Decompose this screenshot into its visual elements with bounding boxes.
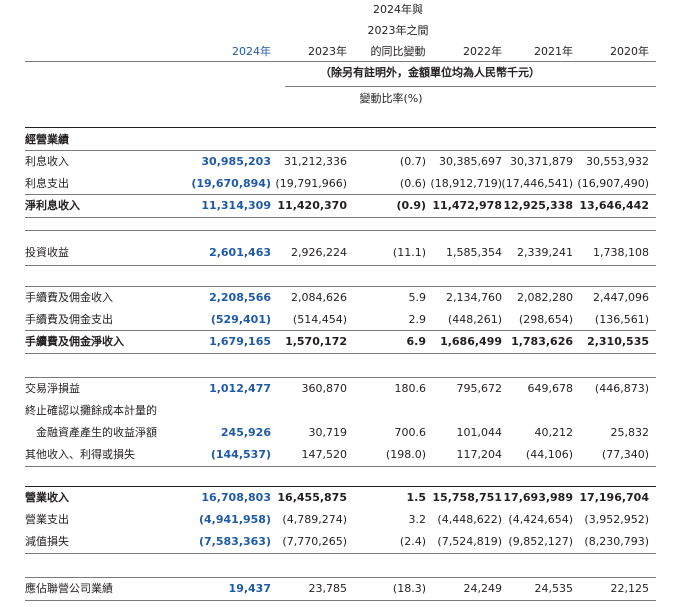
row-label: 其他收入、利得或損失 bbox=[25, 448, 135, 461]
row-divider bbox=[25, 217, 656, 218]
row-label: 淨利息收入 bbox=[25, 199, 80, 212]
row-label: 營業收入 bbox=[25, 491, 69, 504]
table-row: 應佔聯營公司業績 19,437 23,785 (18.3) 24,249 24,535 22… bbox=[0, 578, 694, 600]
cell-v2020: (3,952,952) bbox=[584, 513, 649, 526]
row-label: 手續費及佣金支出 bbox=[25, 313, 113, 326]
table-row: 利息支出 (19,670,894) (19,791,966) (0.6) (18,912… bbox=[0, 173, 694, 195]
table-row: 減值損失 (7,583,363) (7,770,265) (2.4) (7,524,81… bbox=[0, 531, 694, 553]
table-row: 營業收入 16,708,803 16,455,875 1.5 15,758,751 17,… bbox=[0, 487, 694, 509]
cell-v2020: 17,196,704 bbox=[579, 491, 649, 504]
cell-v2020: 30,553,932 bbox=[586, 155, 649, 168]
cell-v2020: (446,873) bbox=[594, 382, 649, 395]
header-change-line3: 的同比變動 bbox=[370, 45, 426, 58]
row-label: 營業支出 bbox=[25, 513, 69, 526]
row-divider bbox=[25, 286, 656, 287]
row-divider bbox=[25, 553, 656, 554]
row-divider bbox=[25, 353, 656, 354]
row-divider bbox=[25, 194, 656, 195]
row-label: 應佔聯營公司業績 bbox=[25, 582, 113, 595]
row-divider bbox=[25, 577, 656, 578]
table-row: 經營業績 bbox=[0, 129, 694, 151]
row-label: 手續費及佣金淨收入 bbox=[25, 335, 124, 348]
cell-v2020: 2,310,535 bbox=[587, 335, 649, 348]
cell-v2020: 2,447,096 bbox=[593, 291, 649, 304]
row-label: 利息支出 bbox=[25, 177, 69, 190]
row-label: 金融資產產生的收益淨額 bbox=[36, 426, 157, 439]
row-divider bbox=[25, 466, 656, 467]
header-year-2024: 2024年 bbox=[232, 45, 271, 58]
row-divider bbox=[25, 265, 656, 266]
cell-v2020: (16,907,490) bbox=[577, 177, 649, 190]
header-change-line1: 2024年與 bbox=[373, 3, 423, 16]
row-label: 手續費及佣金收入 bbox=[25, 291, 113, 304]
section-label: 終止確認以攤餘成本計量的 bbox=[25, 404, 157, 417]
row-divider bbox=[25, 330, 656, 331]
table-row: 交易淨損益 1,012,477 360,870 180.6 795,672 649,678… bbox=[0, 378, 694, 400]
header-change-line2: 2023年之間 bbox=[367, 24, 429, 37]
table-row: 其他收入、利得或損失 (144,537) 147,520 (198.0) 117,204… bbox=[0, 444, 694, 466]
row-divider bbox=[25, 150, 656, 151]
cell-v2020: (136,561) bbox=[594, 313, 649, 326]
table-row: 淨利息收入 11,314,309 11,420,370 (0.9) 11,472,978… bbox=[0, 195, 694, 217]
row-divider bbox=[25, 377, 656, 378]
cell-v2020: 1,738,108 bbox=[593, 246, 649, 259]
cell-v2020: 13,646,442 bbox=[579, 199, 649, 212]
row-divider bbox=[25, 230, 656, 231]
header-year-2020: 2020年 bbox=[610, 45, 649, 58]
header-divider bbox=[25, 61, 656, 62]
row-label: 交易淨損益 bbox=[25, 382, 80, 395]
cell-v2020: (77,340) bbox=[601, 448, 649, 461]
table-row: 終止確認以攤餘成本計量的 bbox=[0, 400, 694, 422]
cell-v2020: (8,230,793) bbox=[584, 535, 649, 548]
row-divider bbox=[25, 600, 656, 601]
table-row: 投資收益 2,601,463 2,926,224 (11.1) 1,585,354 2,3… bbox=[0, 242, 694, 264]
table-row: 手續費及佣金淨收入 1,679,165 1,570,172 6.9 1,686,499 1… bbox=[0, 331, 694, 353]
row-label: 利息收入 bbox=[25, 155, 69, 168]
section-label: 經營業績 bbox=[25, 133, 69, 146]
section-rule bbox=[25, 486, 656, 487]
change-rate-note: 變動比率(%) bbox=[359, 92, 423, 105]
header-year-2022: 2022年 bbox=[463, 45, 502, 58]
cell-v2020: 25,832 bbox=[610, 426, 650, 439]
unit-note: （除另有註明外，金額單位均為人民幣千元） bbox=[320, 66, 540, 79]
row-label: 減值損失 bbox=[25, 535, 69, 548]
table-row: 利息收入 30,985,203 31,212,336 (0.7) 30,385,697 3… bbox=[0, 151, 694, 173]
unit-note-underline bbox=[285, 86, 656, 87]
row-label: 投資收益 bbox=[25, 246, 69, 259]
table-row: 手續費及佣金收入 2,208,566 2,084,626 5.9 2,134,760 2,… bbox=[0, 287, 694, 309]
cell-v2020: 22,125 bbox=[610, 582, 650, 595]
table-row: 營業支出 (4,941,958) (4,789,274) 3.2 (4,448,622)… bbox=[0, 509, 694, 531]
header-year-2023: 2023年 bbox=[308, 45, 347, 58]
header-year-2021: 2021年 bbox=[534, 45, 573, 58]
table-row: 金融資產產生的收益淨額 245,926 30,719 700.6 101,044 40,2… bbox=[0, 422, 694, 444]
table-row: 手續費及佣金支出 (529,401) (514,454) 2.9 (448,261) (2… bbox=[0, 309, 694, 331]
section-rule bbox=[25, 127, 656, 128]
